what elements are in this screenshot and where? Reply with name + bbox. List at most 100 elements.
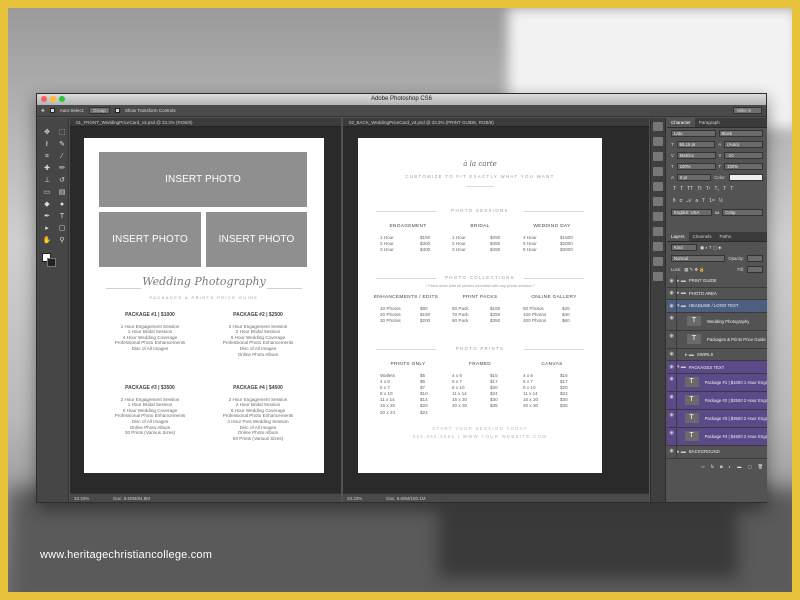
eraser-icon[interactable]: ▭ — [41, 188, 53, 198]
folder-icon[interactable]: ▸ ▬ — [677, 290, 686, 296]
back-document-tab[interactable]: 02_BACK_WeddingPriceCard_v3.psd @ 33.3% … — [343, 118, 649, 127]
horizontal-scale-field[interactable]: 100% — [724, 163, 763, 170]
eye-icon[interactable]: ◉ — [667, 391, 677, 410]
layer-row[interactable]: ◉ T Package #3 | $3500 2 Hour Engagement .… — [667, 409, 767, 428]
swatches-panel-icon[interactable] — [653, 152, 663, 161]
type-icon[interactable]: T — [56, 212, 68, 222]
paragraph-styles-icon[interactable] — [653, 242, 663, 251]
ordinals-button[interactable]: 1ˢᵗ — [709, 198, 715, 204]
eye-icon[interactable]: ◉ — [667, 299, 677, 313]
faux-italic-button[interactable]: T — [680, 186, 683, 192]
layer-row[interactable]: ◉ T Packages & Prints Price Guide — [667, 330, 767, 349]
eye-icon[interactable]: ◉ — [667, 360, 677, 374]
properties-panel-icon[interactable] — [653, 137, 663, 146]
gradient-icon[interactable]: ▤ — [56, 188, 68, 198]
info-panel-icon[interactable] — [653, 227, 663, 236]
character-styles-icon[interactable] — [653, 257, 663, 266]
opacity-field[interactable] — [747, 255, 763, 262]
zoom-button[interactable] — [59, 96, 65, 102]
eye-icon[interactable]: ◉ — [667, 287, 677, 300]
kerning-field[interactable]: Metrics — [676, 152, 716, 159]
back-zoom-readout[interactable]: 33.33% — [347, 496, 362, 501]
layer-row[interactable]: ◉ ▾ ▬ HEADLINE / LOGO TEXT — [667, 299, 767, 313]
tab-channels[interactable]: Channels — [689, 232, 716, 241]
move-tool-icon[interactable]: ✥ — [41, 108, 45, 114]
workspace-dropdown[interactable]: Mike S — [733, 107, 762, 114]
underline-button[interactable]: T — [723, 186, 726, 192]
layer-row[interactable]: ◉ ▸ ▬ PHOTO AREA — [667, 287, 767, 301]
swash-button[interactable]: 𝒜 — [687, 198, 692, 204]
fx-icon[interactable]: fx — [711, 464, 714, 469]
auto-select-dropdown[interactable]: Group — [89, 107, 110, 114]
layer-row[interactable]: ◉ T Package #2 | $2500 2 Hour Engagement .… — [667, 391, 767, 410]
crop-icon[interactable]: ⌗ — [41, 152, 53, 162]
tab-layers[interactable]: Layers — [667, 232, 689, 241]
background-color-swatch[interactable] — [47, 258, 56, 267]
all-caps-button[interactable]: TT — [687, 186, 693, 192]
tracking-field[interactable]: -10 — [724, 152, 763, 159]
alternates-button[interactable]: a — [695, 198, 698, 204]
tab-paragraph[interactable]: Paragraph — [695, 118, 724, 127]
layer-row[interactable]: ◉ ▸ ▬ PRINT GUIDE — [667, 274, 767, 288]
small-caps-button[interactable]: Tt — [697, 186, 701, 192]
layer-row[interactable]: ◉ T Wedding Photography — [667, 312, 767, 331]
folder-icon[interactable]: ▸ ▬ — [677, 449, 686, 455]
eye-icon[interactable]: ◉ — [667, 373, 677, 392]
eyedropper-icon[interactable]: ⁄ — [56, 152, 68, 162]
folder-icon[interactable]: ▾ ▬ — [677, 303, 686, 309]
eye-icon[interactable]: ◉ — [667, 427, 677, 446]
subscript-button[interactable]: T₁ — [714, 186, 719, 192]
layer-row[interactable]: ◉ T Package #1 | $1000 1 Hour Engagement .… — [667, 373, 767, 392]
superscript-button[interactable]: T¹ — [706, 186, 711, 192]
lasso-icon[interactable]: ℓ — [41, 140, 53, 150]
eye-icon[interactable]: ◉ — [667, 312, 677, 331]
brush-icon[interactable]: ✏ — [56, 164, 68, 174]
tab-paths[interactable]: Paths — [716, 232, 736, 241]
baseline-field[interactable]: 0 pt — [676, 174, 712, 181]
layer-row[interactable]: ◉ ▸ ▬ BACKGROUND — [667, 445, 767, 459]
new-group-icon[interactable]: ▬ — [737, 464, 741, 469]
old-style-button[interactable]: σ — [680, 198, 683, 204]
show-transform-checkbox[interactable] — [114, 108, 120, 113]
eye-icon[interactable]: ◉ — [667, 348, 677, 361]
brush-panel-icon[interactable] — [653, 197, 663, 206]
faux-bold-button[interactable]: T — [673, 186, 676, 192]
history-panel-icon[interactable] — [653, 122, 663, 131]
leading-field[interactable]: (Auto) — [724, 141, 763, 148]
text-color-swatch[interactable] — [728, 174, 763, 181]
font-style-select[interactable]: Black — [718, 130, 763, 137]
language-select[interactable]: English: USA — [671, 209, 712, 216]
move-icon[interactable]: ✥ — [41, 128, 53, 138]
folder-icon[interactable]: ▾ ▬ — [677, 364, 686, 370]
close-button[interactable] — [41, 96, 47, 102]
eye-icon[interactable]: ◉ — [667, 274, 677, 288]
front-zoom-readout[interactable]: 33.33% — [74, 496, 89, 501]
minimize-button[interactable] — [50, 96, 56, 102]
fractions-button[interactable]: ½ — [719, 198, 723, 204]
path-select-icon[interactable]: ▸ — [41, 224, 53, 234]
vertical-scale-field[interactable]: 100% — [676, 163, 716, 170]
auto-select-checkbox[interactable] — [49, 108, 55, 113]
front-document-tab[interactable]: 01_FRONT_WeddingPriceCard_v3.psd @ 33.3%… — [70, 118, 341, 127]
glyph-panel-icon[interactable] — [653, 272, 663, 281]
layer-row[interactable]: ◉ ▾ ▬ PACKAGES TEXT — [667, 360, 767, 374]
blur-icon[interactable]: ◆ — [41, 200, 53, 210]
fill-field[interactable] — [747, 266, 763, 273]
blend-mode-select[interactable]: Normal — [671, 255, 726, 262]
adjustments-panel-icon[interactable] — [653, 167, 663, 176]
layer-filter-select[interactable]: Kind — [671, 244, 697, 251]
zoom-tool-icon[interactable]: ⚲ — [56, 236, 68, 246]
tab-character[interactable]: Character — [667, 118, 695, 127]
eye-icon[interactable]: ◉ — [667, 409, 677, 428]
layer-row[interactable]: ◉ ▸ ▬ SWIRLS — [667, 348, 767, 362]
trash-icon[interactable]: 🗑 — [758, 464, 763, 470]
healing-icon[interactable]: ✚ — [41, 164, 53, 174]
quick-select-icon[interactable]: ✎ — [56, 140, 68, 150]
lock-icons[interactable]: ▦ ✎ ✥ 🔒 — [684, 267, 734, 273]
eye-icon[interactable]: ◉ — [667, 445, 677, 459]
shape-icon[interactable]: ▢ — [56, 224, 68, 234]
titling-button[interactable]: T — [702, 198, 705, 204]
adjustment-icon[interactable]: ◐ — [729, 464, 732, 469]
styles-panel-icon[interactable] — [653, 182, 663, 191]
pen-icon[interactable]: ✒ — [41, 212, 53, 222]
